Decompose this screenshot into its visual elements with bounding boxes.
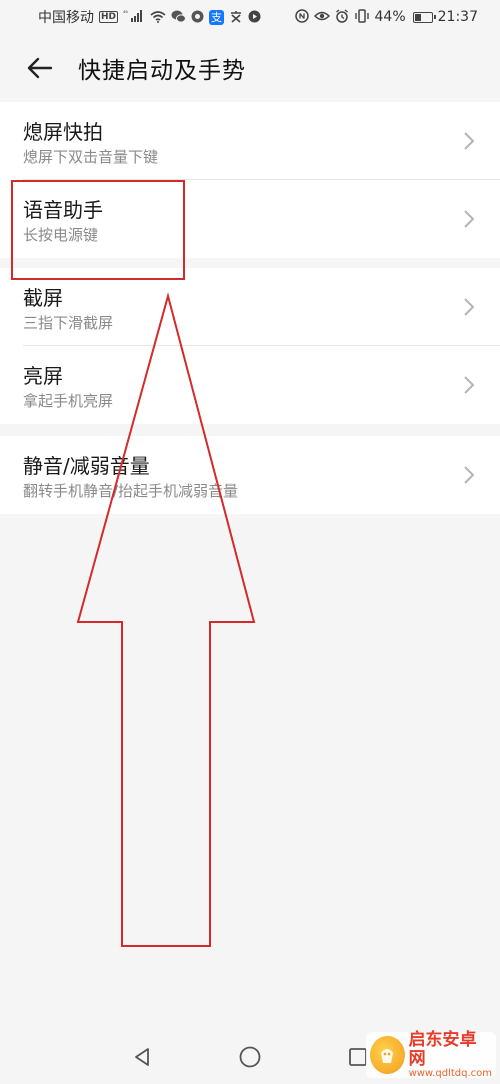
setting-row-voice-assistant[interactable]: 语音助手 长按电源键 xyxy=(0,180,500,258)
chevron-right-icon xyxy=(464,132,475,150)
settings-group-1: 熄屏快拍 熄屏下双击音量下键 语音助手 长按电源键 xyxy=(0,102,500,258)
setting-row-mute-reduce-volume[interactable]: 静音/减弱音量 翻转手机静音/抬起手机减弱音量 xyxy=(0,436,500,514)
setting-title: 静音/减弱音量 xyxy=(23,454,150,478)
battery-fill xyxy=(414,13,422,21)
alarm-icon xyxy=(335,9,349,25)
status-bar: 中国移动 HD ⁴⁶ 支 44% 21:37 xyxy=(0,0,500,34)
nav-home-button[interactable] xyxy=(236,1043,264,1071)
setting-subtitle: 长按电源键 xyxy=(23,226,99,244)
setting-subtitle: 翻转手机静音/抬起手机减弱音量 xyxy=(23,482,239,500)
app-notification-icon xyxy=(191,10,204,25)
chevron-right-icon xyxy=(464,376,475,394)
watermark-logo-icon xyxy=(370,1036,405,1074)
setting-title: 亮屏 xyxy=(23,364,63,388)
watermark-url: www.qdltdq.com xyxy=(408,1068,492,1080)
watermark-name: 启东安卓网 xyxy=(408,1029,477,1069)
settings-group-2: 截屏 三指下滑截屏 亮屏 拿起手机亮屏 xyxy=(0,268,500,424)
alipay-icon: 支 xyxy=(209,9,225,25)
setting-subtitle: 熄屏下双击音量下键 xyxy=(23,148,159,166)
setting-row-raise-to-wake[interactable]: 亮屏 拿起手机亮屏 xyxy=(0,346,500,424)
setting-title: 语音助手 xyxy=(23,198,103,222)
setting-title: 熄屏快拍 xyxy=(23,120,103,144)
battery-percent: 44% xyxy=(374,9,406,25)
nav-home-circle-icon xyxy=(239,1046,261,1068)
app-header: 快捷启动及手势 xyxy=(0,34,500,102)
back-arrow-icon xyxy=(27,57,53,79)
watermark-text: 启东安卓网 www.qdltdq.com xyxy=(408,1029,492,1080)
vibrate-icon xyxy=(354,9,370,25)
settings-group-3: 静音/减弱音量 翻转手机静音/抬起手机减弱音量 xyxy=(0,436,500,514)
battery-icon xyxy=(412,11,436,23)
chevron-right-icon xyxy=(464,466,475,484)
nfc-icon xyxy=(294,9,309,25)
setting-row-screenshot[interactable]: 截屏 三指下滑截屏 xyxy=(0,268,500,346)
music-app-icon xyxy=(248,10,261,25)
signal-4g-label: ⁴⁶ xyxy=(123,10,128,17)
wechat-icon xyxy=(171,10,187,25)
setting-subtitle: 拿起手机亮屏 xyxy=(23,392,114,410)
eye-comfort-icon xyxy=(313,10,330,24)
setting-title: 截屏 xyxy=(23,286,63,310)
signal-icon: ⁴⁶ xyxy=(123,9,145,25)
hd-icon: HD xyxy=(99,11,119,23)
chevron-right-icon xyxy=(464,298,475,316)
nav-back-triangle-icon xyxy=(135,1048,149,1066)
setting-row-screen-off-snapshot[interactable]: 熄屏快拍 熄屏下双击音量下键 xyxy=(0,102,500,180)
status-left: 中国移动 HD ⁴⁶ 支 xyxy=(38,7,261,27)
back-button[interactable] xyxy=(20,48,60,88)
nav-back-button[interactable] xyxy=(128,1043,156,1071)
page-title: 快捷启动及手势 xyxy=(78,58,246,84)
clock: 21:37 xyxy=(437,9,478,25)
status-right: 44% 21:37 xyxy=(294,9,478,25)
wifi-icon xyxy=(150,10,166,25)
text-app-icon xyxy=(229,10,243,25)
watermark: 启东安卓网 www.qdltdq.com xyxy=(366,1029,496,1080)
carrier-label: 中国移动 xyxy=(38,10,94,26)
setting-subtitle: 三指下滑截屏 xyxy=(23,314,114,332)
chevron-right-icon xyxy=(464,210,475,228)
